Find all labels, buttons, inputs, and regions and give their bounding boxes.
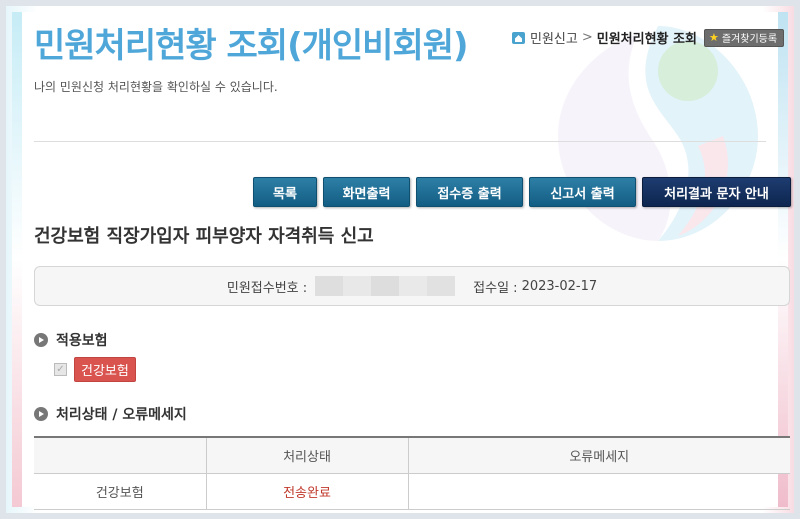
- action-button-bar: 목록 화면출력 접수증 출력 신고서 출력 처리결과 문자 안내: [253, 177, 791, 207]
- cell-status: 전송완료: [205, 473, 408, 510]
- header-divider: [34, 141, 766, 142]
- column-header-status: 처리상태: [205, 436, 408, 474]
- page-description: 나의 민원신청 처리현황을 확인하실 수 있습니다.: [34, 80, 278, 94]
- section-bullet-icon: [34, 407, 48, 421]
- column-header-insurance: [34, 436, 206, 474]
- document-title: 건강보험 직장가입자 피부양자 자격취득 신고: [34, 226, 374, 247]
- receipt-date-value: 2023-02-17: [521, 278, 598, 294]
- right-edge-decoration: [778, 12, 788, 507]
- page-title: 민원처리현황 조회(개인비회원): [34, 26, 469, 66]
- add-favorite-button[interactable]: ★ 즐겨찾기등록: [703, 28, 785, 47]
- health-insurance-checkbox[interactable]: ✓: [54, 363, 67, 376]
- print-receipt-button[interactable]: 접수증 출력: [416, 177, 523, 207]
- list-button[interactable]: 목록: [253, 177, 317, 207]
- breadcrumb: 민원신고 > 민원처리현황 조회 ★ 즐겨찾기등록: [512, 28, 785, 47]
- home-icon[interactable]: [512, 31, 525, 44]
- status-section-heading: 처리상태 / 오류메세지: [34, 404, 187, 424]
- table-header-row: 처리상태 오류메세지: [34, 436, 790, 474]
- left-edge-decoration: [12, 12, 22, 507]
- receipt-date-label: 접수일 :: [473, 280, 518, 296]
- breadcrumb-item-current: 민원처리현황 조회: [596, 32, 697, 47]
- cell-insurance-type: 건강보험: [34, 473, 206, 510]
- table-row: 건강보험 전송완료: [34, 473, 790, 510]
- breadcrumb-separator: >: [581, 30, 593, 45]
- receipt-number-masked: [315, 276, 456, 296]
- window-frame: 민원처리현황 조회(개인비회원) 나의 민원신청 처리현황을 확인하실 수 있습…: [0, 0, 800, 519]
- result-sms-guide-button[interactable]: 처리결과 문자 안내: [642, 177, 791, 207]
- print-report-button[interactable]: 신고서 출력: [529, 177, 636, 207]
- receipt-info-box: 민원접수번호 : 접수일 : 2023-02-17: [34, 266, 790, 306]
- status-table: 처리상태 오류메세지 건강보험 전송완료: [34, 436, 790, 510]
- column-header-error: 오류메세지: [407, 436, 790, 474]
- print-screen-button[interactable]: 화면출력: [323, 177, 410, 207]
- page-surface: 민원처리현황 조회(개인비회원) 나의 민원신청 처리현황을 확인하실 수 있습…: [12, 12, 791, 510]
- insurance-section-title: 적용보험: [56, 333, 108, 349]
- section-bullet-icon: [34, 333, 48, 347]
- star-icon: ★: [708, 31, 719, 44]
- add-favorite-label: 즐겨찾기등록: [721, 34, 778, 45]
- background-emblem-graphic: [558, 26, 758, 241]
- insurance-item: ✓ 건강보험: [54, 357, 136, 382]
- insurance-section-heading: 적용보험: [34, 330, 108, 350]
- breadcrumb-item-civil-report[interactable]: 민원신고: [530, 28, 578, 47]
- health-insurance-tag: 건강보험: [74, 357, 136, 382]
- status-section-title: 처리상태 / 오류메세지: [56, 407, 187, 423]
- receipt-number-label: 민원접수번호 :: [226, 280, 308, 296]
- cell-error-message: [407, 473, 790, 510]
